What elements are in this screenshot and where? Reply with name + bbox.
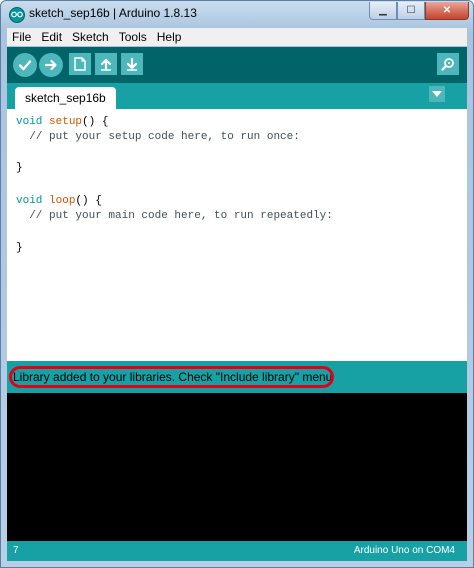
tab-sketch[interactable]: sketch_sep16b bbox=[15, 87, 116, 109]
code-comment: // put your main code here, to run repea… bbox=[16, 210, 333, 222]
window-controls: ▁ ☐ ✕ bbox=[369, 2, 469, 20]
upload-button[interactable] bbox=[39, 53, 63, 77]
code-line: } bbox=[16, 242, 23, 254]
tab-menu-button[interactable] bbox=[429, 86, 445, 102]
save-icon bbox=[126, 57, 138, 71]
window-title: sketch_sep16b | Arduino 1.8.13 bbox=[29, 6, 197, 20]
verify-button[interactable] bbox=[13, 53, 37, 77]
line-number: 7 bbox=[13, 545, 19, 556]
menu-edit[interactable]: Edit bbox=[36, 30, 67, 44]
board-port-info: Arduino Uno on COM4 bbox=[353, 545, 455, 556]
tab-bar: sketch_sep16b bbox=[7, 83, 467, 109]
function-name: loop bbox=[49, 195, 76, 207]
code-line: } bbox=[16, 162, 23, 174]
upload-icon bbox=[44, 59, 57, 71]
status-bar: Library added to your libraries. Check "… bbox=[7, 361, 467, 393]
verify-icon bbox=[18, 60, 32, 71]
keyword: void bbox=[16, 116, 50, 128]
arduino-window: sketch_sep16b | Arduino 1.8.13 ▁ ☐ ✕ Fil… bbox=[0, 0, 474, 568]
menu-sketch[interactable]: Sketch bbox=[67, 30, 114, 44]
code-text: () { bbox=[75, 195, 102, 207]
code-comment: // put your setup code here, to run once… bbox=[16, 131, 300, 143]
code-line: void setup() { bbox=[16, 115, 108, 129]
minimize-button[interactable]: ▁ bbox=[369, 2, 397, 20]
function-name: setup bbox=[49, 116, 83, 128]
new-button[interactable] bbox=[69, 53, 91, 75]
open-button[interactable] bbox=[95, 53, 117, 75]
code-text: () { bbox=[82, 116, 109, 128]
keyword: void bbox=[16, 195, 50, 207]
toolbar bbox=[7, 47, 467, 83]
title-bar[interactable]: sketch_sep16b | Arduino 1.8.13 ▁ ☐ ✕ bbox=[1, 1, 473, 27]
serial-monitor-icon bbox=[441, 58, 454, 71]
maximize-button[interactable]: ☐ bbox=[397, 2, 425, 20]
open-icon bbox=[100, 58, 112, 71]
code-line: void loop() { bbox=[16, 194, 102, 208]
menu-help[interactable]: Help bbox=[152, 30, 187, 44]
highlight-ellipse bbox=[9, 366, 334, 388]
save-button[interactable] bbox=[121, 53, 143, 75]
menu-tools[interactable]: Tools bbox=[114, 30, 152, 44]
bottom-status-bar: 7 Arduino Uno on COM4 bbox=[7, 541, 467, 561]
serial-monitor-button[interactable] bbox=[437, 53, 459, 75]
new-icon bbox=[74, 57, 86, 71]
code-editor[interactable]: void setup() { // put your setup code he… bbox=[7, 109, 467, 361]
chevron-down-icon bbox=[432, 91, 442, 97]
menu-file[interactable]: File bbox=[7, 30, 36, 44]
console-output[interactable] bbox=[7, 393, 467, 541]
arduino-logo-icon bbox=[9, 7, 25, 23]
menu-bar: File Edit Sketch Tools Help bbox=[7, 28, 467, 46]
close-button[interactable]: ✕ bbox=[425, 2, 469, 20]
